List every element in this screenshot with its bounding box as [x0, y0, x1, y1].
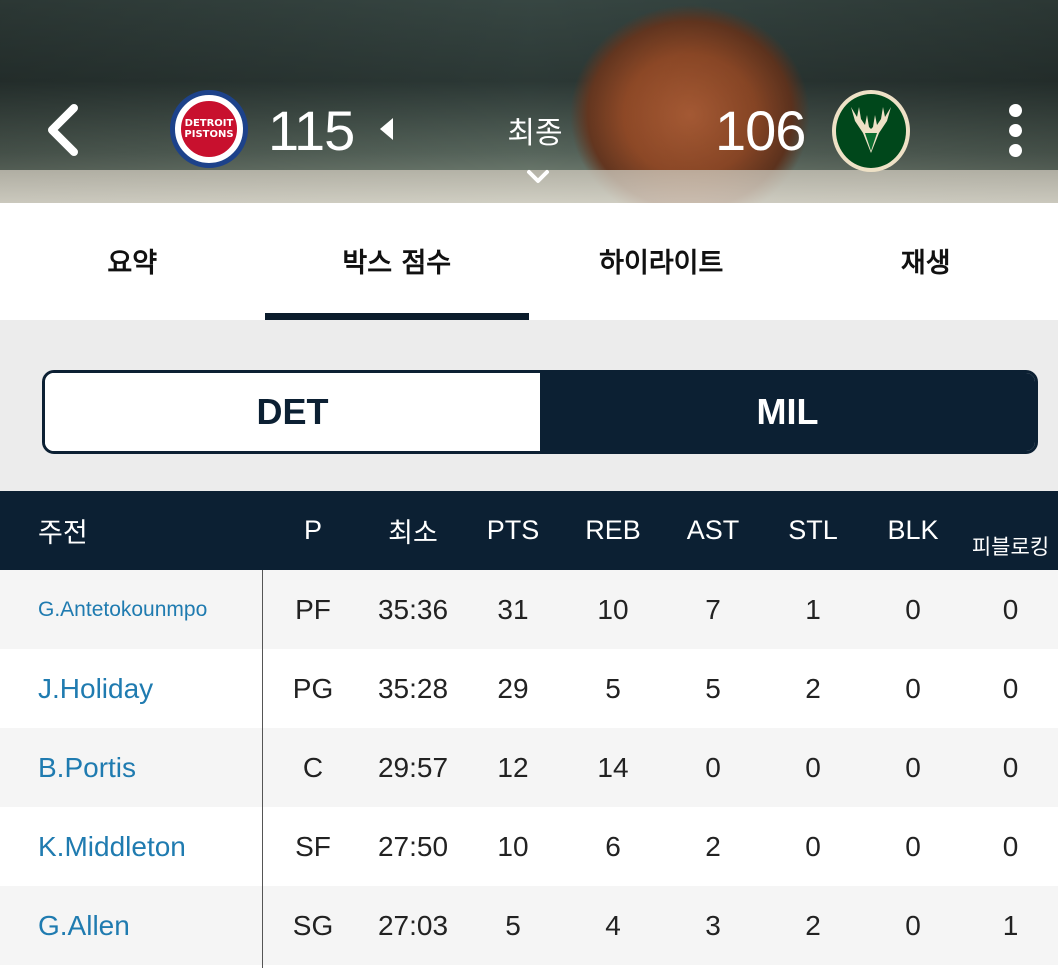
tab-bar: 요약 박스 점수 하이라이트 재생	[0, 203, 1058, 320]
cell-blocked: 0	[1002, 751, 1019, 783]
column-header-points: PTS	[486, 515, 540, 545]
cell-assists: 2	[705, 830, 721, 862]
cell-steals: 0	[805, 830, 821, 862]
deer-antler-icon	[851, 107, 891, 153]
cell-assists: 7	[705, 593, 721, 625]
cell-position: C	[302, 751, 324, 783]
tab-play-by-play[interactable]: 재생	[794, 203, 1058, 320]
table-row[interactable]: B.Portis C 29:57 12 14 0 0 0 0	[0, 728, 1058, 807]
player-name-link[interactable]: G.Antetokounmpo	[0, 598, 263, 622]
team-toggle-away[interactable]: MIL	[540, 373, 1035, 451]
chevron-down-icon[interactable]	[525, 168, 551, 186]
cell-points: 10	[497, 830, 529, 862]
column-header-assists: AST	[686, 515, 740, 545]
pistons-logo-text: DETROIT PISTONS	[179, 99, 239, 159]
bucks-logo[interactable]	[832, 90, 910, 172]
table-row[interactable]: J.Holiday PG 35:28 29 5 5 2 0 0	[0, 649, 1058, 728]
cell-minutes: 35:36	[377, 593, 449, 625]
tab-box-score[interactable]: 박스 점수	[264, 203, 530, 320]
cell-minutes: 27:03	[377, 909, 449, 941]
cell-rebounds: 5	[605, 672, 621, 704]
column-header-position: P	[303, 515, 322, 545]
table-row[interactable]: G.Allen SG 27:03 5 4 3 2 0 1	[0, 886, 1058, 965]
cell-blocked: 0	[1002, 830, 1019, 862]
cell-blocks: 0	[905, 751, 921, 783]
table-body: G.Antetokounmpo PF 35:36 31 10 7 1 0 0 J…	[0, 570, 1058, 965]
cell-rebounds: 6	[605, 830, 621, 862]
column-header-starters: 주전	[38, 518, 88, 549]
cell-blocks: 0	[905, 672, 921, 704]
cell-blocked: 0	[1002, 593, 1019, 625]
cell-steals: 1	[805, 593, 821, 625]
cell-rebounds: 4	[605, 909, 621, 941]
cell-blocks: 0	[905, 830, 921, 862]
box-score-table: 주전 P 최소 PTS REB AST STL BLK 피블로킹 G.Antet…	[0, 491, 1058, 968]
cell-steals: 2	[805, 909, 821, 941]
game-status: 최종	[507, 116, 563, 151]
cell-minutes: 35:28	[377, 672, 449, 704]
player-name-link[interactable]: K.Middleton	[0, 831, 263, 863]
table-row[interactable]: K.Middleton SF 27:50 10 6 2 0 0 0	[0, 807, 1058, 886]
cell-minutes: 29:57	[377, 751, 449, 783]
tab-summary[interactable]: 요약	[0, 203, 265, 320]
more-options-icon[interactable]	[1004, 100, 1026, 160]
column-header-steals: STL	[788, 515, 838, 545]
team-toggle-home[interactable]: DET	[45, 373, 540, 451]
cell-points: 29	[497, 672, 529, 704]
away-score: 106	[715, 99, 806, 162]
cell-blocks: 0	[905, 909, 921, 941]
cell-position: PF	[295, 593, 331, 625]
back-arrow-icon[interactable]	[40, 100, 90, 160]
cell-rebounds: 14	[597, 751, 629, 783]
cell-rebounds: 10	[597, 593, 629, 625]
cell-position: PG	[292, 672, 334, 704]
cell-points: 5	[505, 909, 521, 941]
game-header: DETROIT PISTONS 115 최종 106	[0, 0, 1058, 203]
table-row[interactable]: G.Antetokounmpo PF 35:36 31 10 7 1 0 0	[0, 570, 1058, 649]
column-header-minutes: 최소	[388, 518, 438, 548]
player-name-link[interactable]: G.Allen	[0, 910, 263, 942]
cell-points: 31	[497, 593, 529, 625]
cell-blocked: 0	[1002, 672, 1019, 704]
home-score: 115	[268, 99, 355, 162]
cell-points: 12	[497, 751, 529, 783]
cell-steals: 0	[805, 751, 821, 783]
column-header-rebounds: REB	[585, 515, 641, 545]
column-header-blocks: BLK	[887, 515, 939, 545]
cell-assists: 0	[705, 751, 721, 783]
cell-position: SG	[292, 909, 334, 941]
pistons-logo[interactable]: DETROIT PISTONS	[170, 90, 248, 168]
cell-position: SF	[295, 830, 331, 862]
player-name-link[interactable]: J.Holiday	[0, 673, 263, 705]
winner-indicator-icon	[380, 118, 393, 140]
table-header: 주전 P 최소 PTS REB AST STL BLK 피블로킹	[0, 491, 1058, 570]
cell-blocks: 0	[905, 593, 921, 625]
cell-assists: 5	[705, 672, 721, 704]
tab-highlights[interactable]: 하이라이트	[529, 203, 794, 320]
cell-minutes: 27:50	[377, 830, 449, 862]
cell-steals: 2	[805, 672, 821, 704]
player-name-link[interactable]: B.Portis	[0, 752, 263, 784]
column-divider	[262, 570, 263, 968]
column-header-blocked: 피블로킹	[971, 535, 1050, 559]
cell-assists: 3	[705, 909, 721, 941]
team-toggle: DET MIL	[42, 370, 1038, 454]
cell-blocked: 1	[1002, 909, 1019, 941]
